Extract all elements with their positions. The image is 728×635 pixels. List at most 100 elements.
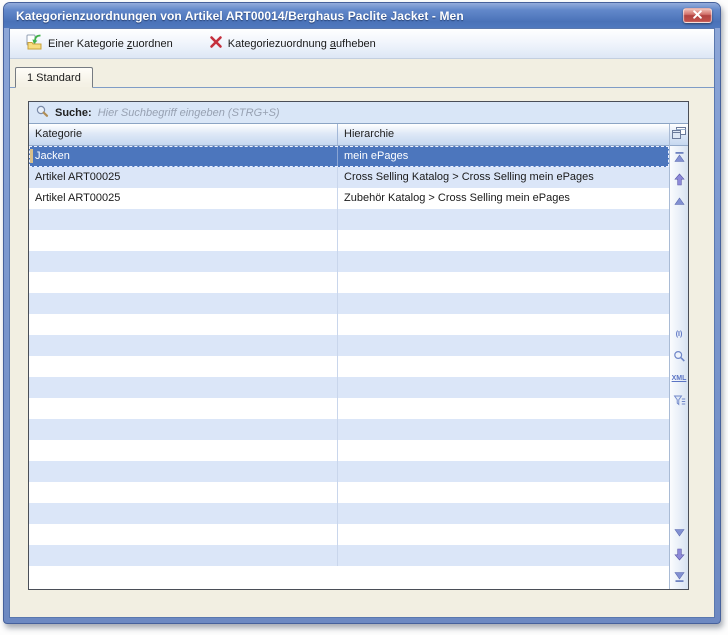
- table-row[interactable]: [29, 545, 669, 566]
- table-row[interactable]: [29, 356, 669, 377]
- hierarchie-cell: [337, 419, 669, 440]
- table-row[interactable]: [29, 440, 669, 461]
- kategorie-cell: Artikel ART00025: [29, 188, 337, 209]
- scroll-down-icon[interactable]: [672, 525, 687, 540]
- kategorie-cell: [29, 440, 337, 461]
- column-header-kategorie[interactable]: Kategorie: [29, 124, 337, 145]
- kategorie-cell: [29, 356, 337, 377]
- hierarchie-cell: [337, 377, 669, 398]
- rail-body: (I) XML: [670, 146, 688, 589]
- hierarchie-cell: [337, 209, 669, 230]
- window-title: Kategorienzuordnungen von Artikel ART000…: [16, 9, 464, 23]
- assign-category-icon: [26, 34, 43, 53]
- kategorie-cell: [29, 419, 337, 440]
- search-bar: Suche:: [29, 102, 688, 124]
- kategorie-cell: [29, 272, 337, 293]
- kategorie-cell: [29, 524, 337, 545]
- hierarchie-cell: [337, 461, 669, 482]
- remove-assignment-icon: [209, 35, 223, 52]
- table-row[interactable]: [29, 230, 669, 251]
- remove-assignment-label: Kategoriezuordnung aufheben: [228, 38, 376, 50]
- filter-icon[interactable]: [672, 393, 687, 408]
- kategorie-cell: Artikel ART00025: [29, 167, 337, 188]
- table-row[interactable]: [29, 524, 669, 545]
- table-row[interactable]: [29, 251, 669, 272]
- hierarchie-cell: Zubehör Katalog > Cross Selling mein ePa…: [337, 188, 669, 209]
- category-grid: Suche: Kategorie Hierarchie Jackenmein e…: [28, 101, 689, 590]
- table-row[interactable]: [29, 293, 669, 314]
- move-down-icon[interactable]: [672, 547, 687, 562]
- hierarchie-cell: [337, 482, 669, 503]
- move-up-icon[interactable]: [672, 172, 687, 187]
- kategorie-cell: [29, 377, 337, 398]
- table-row[interactable]: [29, 419, 669, 440]
- desktop-background: Kategorienzuordnungen von Artikel ART000…: [0, 0, 728, 635]
- paging-icon[interactable]: (I): [672, 327, 687, 342]
- close-button[interactable]: [683, 8, 712, 23]
- hierarchie-cell: [337, 314, 669, 335]
- scroll-top-icon[interactable]: [672, 150, 687, 165]
- hierarchie-cell: [337, 230, 669, 251]
- table-row[interactable]: [29, 272, 669, 293]
- table-row[interactable]: [29, 335, 669, 356]
- toolbar: Einer Kategorie zuordnen Kategoriezuordn…: [10, 29, 714, 59]
- kategorie-cell: [29, 503, 337, 524]
- tab-strip: 1 Standard: [10, 67, 714, 88]
- kategorie-cell: [29, 293, 337, 314]
- grid-main: Kategorie Hierarchie Jackenmein ePagesAr…: [29, 124, 688, 589]
- kategorie-cell: [29, 209, 337, 230]
- kategorie-cell: [29, 251, 337, 272]
- table-row[interactable]: [29, 377, 669, 398]
- search-label: Suche:: [55, 107, 92, 119]
- table-body: Jackenmein ePagesArtikel ART00025Cross S…: [29, 146, 669, 589]
- hierarchie-cell: [337, 335, 669, 356]
- dialog-body: Einer Kategorie zuordnen Kategoriezuordn…: [9, 28, 715, 618]
- table-row[interactable]: [29, 461, 669, 482]
- grid-columns-area: Kategorie Hierarchie Jackenmein ePagesAr…: [29, 124, 669, 589]
- hierarchie-cell: [337, 272, 669, 293]
- hierarchie-cell: [337, 524, 669, 545]
- title-bar[interactable]: Kategorienzuordnungen von Artikel ART000…: [4, 3, 720, 28]
- scroll-bottom-icon[interactable]: [672, 569, 687, 584]
- magnifier-icon[interactable]: [672, 349, 687, 364]
- table-row[interactable]: [29, 482, 669, 503]
- grid-scroll-rail: (I) XML: [669, 124, 688, 589]
- xml-export-icon[interactable]: XML: [672, 371, 687, 386]
- table-row[interactable]: Artikel ART00025Zubehör Katalog > Cross …: [29, 188, 669, 209]
- hierarchie-cell: [337, 251, 669, 272]
- table-row[interactable]: Artikel ART00025Cross Selling Katalog > …: [29, 167, 669, 188]
- table-row[interactable]: [29, 503, 669, 524]
- kategorie-cell: Jacken: [29, 146, 337, 167]
- table-row[interactable]: [29, 209, 669, 230]
- tab-standard[interactable]: 1 Standard: [15, 67, 93, 88]
- tab-page: 1 Standard Suche:: [10, 59, 714, 617]
- search-icon: [35, 105, 49, 121]
- column-chooser-icon: [672, 127, 686, 142]
- hierarchie-cell: mein ePages: [337, 146, 669, 167]
- grid-header-row: Kategorie Hierarchie: [29, 124, 669, 146]
- assign-category-button[interactable]: Einer Kategorie zuordnen: [22, 32, 177, 55]
- kategorie-cell: [29, 335, 337, 356]
- kategorie-cell: [29, 230, 337, 251]
- hierarchie-cell: [337, 440, 669, 461]
- hierarchie-cell: [337, 398, 669, 419]
- table-row[interactable]: [29, 398, 669, 419]
- table-row[interactable]: [29, 314, 669, 335]
- hierarchie-cell: [337, 293, 669, 314]
- hierarchie-cell: [337, 545, 669, 566]
- kategorie-cell: [29, 482, 337, 503]
- kategorie-cell: [29, 545, 337, 566]
- hierarchie-cell: [337, 503, 669, 524]
- assign-category-label: Einer Kategorie zuordnen: [48, 38, 173, 50]
- column-chooser-button[interactable]: [670, 124, 688, 146]
- edit-caret: [30, 149, 33, 163]
- scroll-up-icon[interactable]: [672, 194, 687, 209]
- remove-assignment-button[interactable]: Kategoriezuordnung aufheben: [205, 33, 380, 54]
- hierarchie-cell: [337, 356, 669, 377]
- column-header-hierarchie[interactable]: Hierarchie: [337, 124, 669, 145]
- table-row[interactable]: Jackenmein ePages: [29, 146, 669, 167]
- search-input[interactable]: [98, 107, 682, 119]
- dialog-window: Kategorienzuordnungen von Artikel ART000…: [3, 2, 721, 624]
- kategorie-cell: [29, 461, 337, 482]
- kategorie-cell: [29, 314, 337, 335]
